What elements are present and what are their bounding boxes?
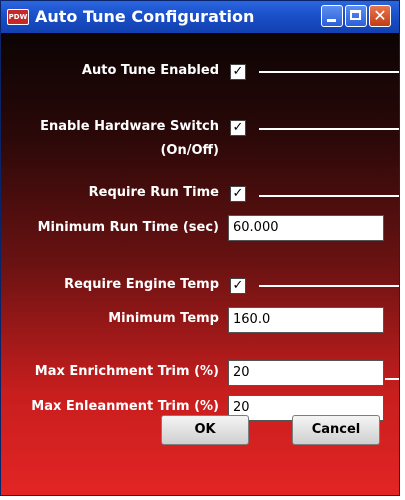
connector-line: [399, 373, 400, 403]
max-enrichment-trim-input[interactable]: 20: [228, 360, 384, 386]
require-run-time-label: Require Run Time: [88, 185, 219, 200]
connector-line: [385, 378, 399, 380]
title-bar[interactable]: PDW Auto Tune Configuration ✕: [1, 1, 399, 33]
auto-tune-enabled-label: Auto Tune Enabled: [81, 63, 219, 78]
checkmark-icon: ✓: [232, 278, 244, 293]
app-icon: PDW: [7, 9, 29, 25]
cancel-button[interactable]: Cancel: [292, 415, 380, 445]
ok-button[interactable]: OK: [161, 415, 249, 445]
close-button[interactable]: ✕: [369, 5, 391, 27]
close-icon: ✕: [373, 6, 387, 25]
minimum-run-time-input[interactable]: 60.000: [228, 215, 384, 241]
minimum-temp-label: Minimum Temp: [108, 311, 219, 326]
minimum-temp-input[interactable]: 160.0: [228, 307, 384, 333]
require-engine-temp-checkbox[interactable]: ✓: [230, 278, 246, 294]
max-enrichment-trim-label: Max Enrichment Trim (%): [34, 364, 219, 379]
auto-tune-enabled-checkbox[interactable]: ✓: [230, 64, 246, 80]
auto-tune-configuration-window: PDW Auto Tune Configuration ✕ Auto Tune …: [0, 0, 400, 496]
maximize-button[interactable]: [345, 5, 367, 27]
connector-line: [259, 285, 399, 287]
window-title: Auto Tune Configuration: [35, 7, 255, 26]
max-enleanment-trim-label: Max Enleanment Trim (%): [31, 399, 219, 414]
maximize-icon: [350, 10, 361, 20]
connector-line: [259, 195, 399, 197]
minimize-icon: [327, 19, 336, 22]
enable-hardware-switch-checkbox[interactable]: ✓: [230, 120, 246, 136]
connector-line: [259, 71, 399, 73]
require-engine-temp-label: Require Engine Temp: [64, 277, 219, 292]
require-run-time-checkbox[interactable]: ✓: [230, 186, 246, 202]
checkmark-icon: ✓: [232, 64, 244, 79]
connector-line: [259, 128, 399, 130]
enable-hardware-switch-sublabel: (On/Off): [160, 143, 219, 158]
checkmark-icon: ✓: [232, 120, 244, 135]
minimize-button[interactable]: [321, 5, 343, 27]
minimum-run-time-label: Minimum Run Time (sec): [37, 220, 219, 235]
enable-hardware-switch-label: Enable Hardware Switch: [40, 119, 219, 134]
checkmark-icon: ✓: [232, 186, 244, 201]
